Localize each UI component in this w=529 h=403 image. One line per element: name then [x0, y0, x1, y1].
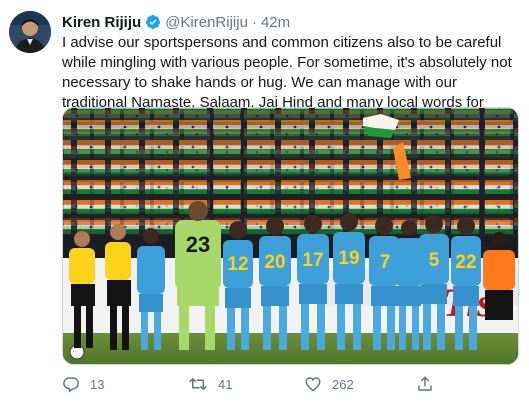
jersey-number: 22	[455, 252, 476, 273]
tweet-photo[interactable]: Tiss 23	[62, 107, 519, 365]
share-icon	[418, 376, 432, 391]
tweet-header: Kiren Rijiju @KirenRijiju · 42m	[62, 12, 290, 32]
jersey-number: 20	[264, 252, 285, 273]
verified-badge-icon	[145, 14, 161, 30]
tweet[interactable]: Kiren Rijiju @KirenRijiju · 42m I advise…	[0, 0, 529, 403]
reply-button[interactable]: 13	[62, 372, 104, 396]
like-count: 262	[332, 376, 354, 392]
jersey-number: 12	[227, 254, 248, 275]
reply-icon	[63, 377, 79, 393]
reply-count: 13	[90, 376, 105, 392]
share-button[interactable]	[416, 372, 444, 396]
retweet-icon	[189, 377, 207, 391]
jersey-number: 23	[186, 232, 210, 257]
retweet-button[interactable]: 41	[188, 372, 232, 396]
jersey-number: 5	[429, 250, 440, 271]
heart-icon	[305, 377, 321, 392]
jersey-number: 17	[302, 250, 323, 271]
author-name[interactable]: Kiren Rijiju	[62, 14, 141, 31]
like-button[interactable]: 262	[304, 372, 354, 396]
jersey-number: 19	[338, 248, 359, 269]
separator-dot: ·	[251, 13, 257, 31]
author-handle[interactable]: @KirenRijiju	[165, 14, 248, 31]
jersey-number: 7	[380, 252, 391, 273]
retweet-count: 41	[218, 376, 233, 392]
tweet-actions: 13 41 262	[62, 372, 522, 396]
author-avatar[interactable]	[9, 11, 51, 53]
tweet-timestamp[interactable]: 42m	[261, 14, 290, 31]
